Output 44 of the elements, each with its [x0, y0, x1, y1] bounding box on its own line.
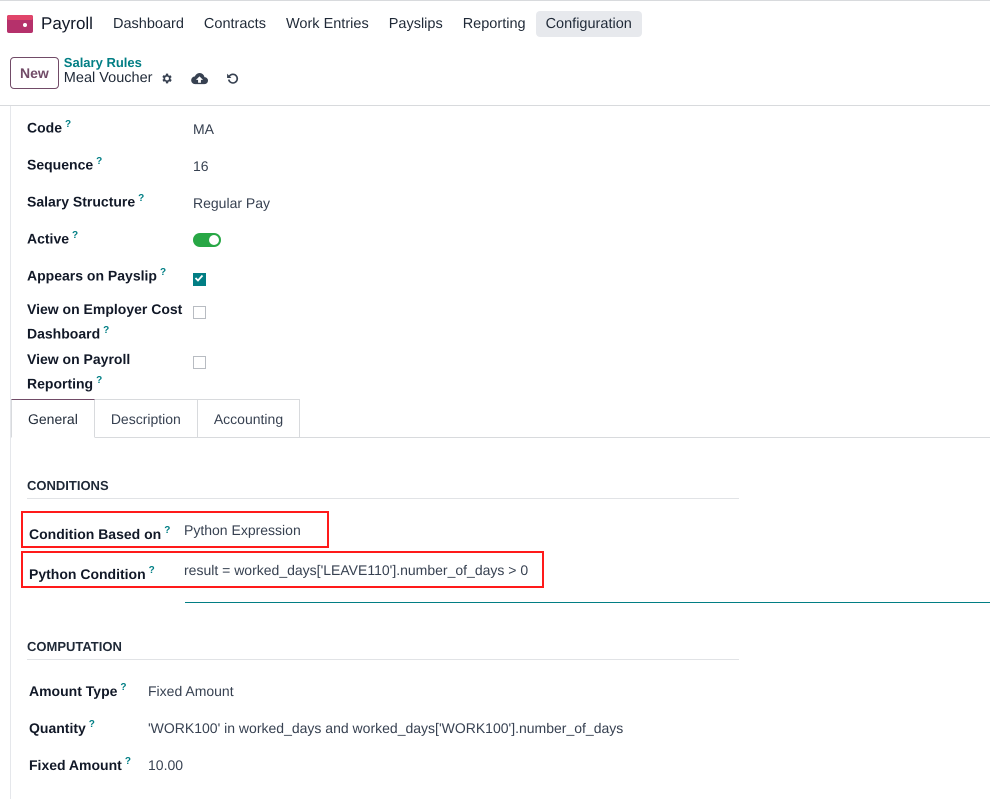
- tab[interactable]: General: [11, 399, 95, 438]
- field-label: Active $^{?}$: [27, 229, 80, 249]
- checkbox[interactable]: [193, 273, 206, 286]
- tab[interactable]: Accounting: [198, 399, 300, 438]
- cloud-upload-icon[interactable]: [191, 72, 208, 84]
- menu-item[interactable]: Work Entries: [276, 10, 379, 36]
- field-label: Condition Based on $^{?}$: [29, 526, 170, 542]
- menu-item[interactable]: Contracts: [194, 10, 276, 36]
- tab[interactable]: Description: [94, 399, 198, 438]
- field-label: View on Payroll Reporting $^{?}$: [27, 350, 132, 394]
- field-label: Fixed Amount $^{?}$: [29, 756, 131, 773]
- field-value: 10.00: [148, 756, 184, 772]
- menu-item[interactable]: Configuration: [536, 10, 642, 36]
- settings-icon[interactable]: [160, 72, 174, 84]
- field-label: Amount Type $^{?}$: [29, 682, 127, 699]
- menu-item[interactable]: Payslips: [378, 10, 453, 36]
- field-label: Salary Structure $^{?}$: [27, 192, 146, 212]
- field-label: Sequence $^{?}$: [27, 155, 104, 175]
- field-value: Fixed Amount: [148, 682, 235, 698]
- checkbox[interactable]: [193, 356, 206, 369]
- field-label: Quantity $^{?}$: [29, 720, 95, 736]
- field-value: MA: [193, 120, 214, 139]
- menu-item[interactable]: Reporting: [452, 10, 536, 36]
- field-value: Python Expression: [184, 522, 302, 538]
- field-value: 16: [193, 157, 209, 176]
- field-label: Appears on Payslip $^{?}$: [27, 266, 168, 286]
- field-label: View on Employer Cost Dashboard $^{?}$: [27, 300, 184, 344]
- menu-item[interactable]: Dashboard: [102, 10, 194, 36]
- toggle-switch[interactable]: [193, 233, 221, 247]
- field-value: 'WORK100' in worked_days and worked_days['WORK100'].number_of_days: [148, 720, 624, 736]
- field-label: Code $^{?}$: [27, 118, 72, 138]
- field-value: result = worked_days['LEAVE110'].number_of_days > 0: [184, 562, 530, 578]
- section-title: COMPUTATION: [27, 639, 739, 660]
- app-logo-icon[interactable]: [7, 14, 33, 32]
- checkmark-icon: [194, 274, 204, 282]
- breadcrumb-link[interactable]: Salary Rules: [64, 55, 240, 70]
- field-label: Python Condition $^{?}$: [29, 566, 155, 582]
- checkbox[interactable]: [193, 306, 206, 319]
- field-value: Regular Pay: [193, 194, 270, 213]
- record-title: Meal Voucher: [64, 70, 152, 86]
- app-name[interactable]: Payroll: [41, 14, 93, 34]
- discard-icon[interactable]: [226, 72, 240, 84]
- new-button[interactable]: New: [10, 57, 59, 89]
- section-title: CONDITIONS: [27, 478, 739, 499]
